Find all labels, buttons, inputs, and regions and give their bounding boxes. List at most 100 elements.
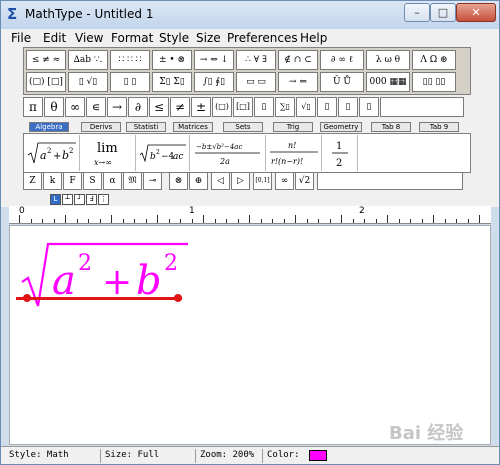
equation-sqrt-a2-plus-b2[interactable]: a 2 + b 2 xyxy=(20,234,190,314)
ruler-tick xyxy=(260,219,262,223)
menu-help[interactable]: Help xyxy=(300,31,327,45)
parentheses-button[interactable]: (□) xyxy=(212,97,232,117)
pi-button[interactable]: π xyxy=(23,97,43,117)
menu-view[interactable]: View xyxy=(75,31,103,45)
set-theory-palette-button[interactable]: ∉ ∩ ⊂ xyxy=(278,50,318,70)
logic-palette-button[interactable]: ∴ ∀ ∃ xyxy=(236,50,276,70)
right-triangle-button[interactable]: ▷ xyxy=(231,172,250,190)
tab-derivs[interactable]: Derivs xyxy=(81,122,121,132)
tab-sets[interactable]: Sets xyxy=(223,122,263,132)
s-button[interactable]: S xyxy=(83,172,102,190)
template-one-half[interactable]: 1 2 xyxy=(322,135,358,171)
radical-button[interactable]: √▯ xyxy=(296,97,316,117)
fences-palette-button[interactable]: (□) [□] xyxy=(26,72,66,92)
tab-9[interactable]: Tab 9 xyxy=(419,122,459,132)
operators-palette-button[interactable]: ± • ⊗ xyxy=(152,50,192,70)
greek-lowercase-palette-button[interactable]: λ ω θ xyxy=(366,50,410,70)
plus-minus-button[interactable]: ± xyxy=(191,97,211,117)
misc-symbols-palette-button[interactable]: ∂ ∞ ℓ xyxy=(320,50,364,70)
status-color-swatch[interactable] xyxy=(309,450,327,461)
superscript-button[interactable]: ▯ xyxy=(317,97,337,117)
template-quadratic-formula[interactable]: −b±√b²−4ac 2a xyxy=(190,135,266,171)
k-button[interactable]: k xyxy=(43,172,62,190)
not-equal-button[interactable]: ≠ xyxy=(170,97,190,117)
template-discriminant[interactable]: b 2 −4 ac xyxy=(136,135,190,171)
left-triangle-button[interactable]: ◁ xyxy=(211,172,230,190)
template-limit[interactable]: lim x→∞ xyxy=(80,135,136,171)
close-button[interactable]: ✕ xyxy=(456,3,496,22)
subscript-button[interactable]: ▯ xyxy=(338,97,358,117)
template-pythagorean[interactable]: a 2 + b 2 xyxy=(24,135,80,171)
ruler-tick xyxy=(53,219,55,223)
maximize-button[interactable]: □ xyxy=(430,3,456,22)
sub-superscript-button[interactable]: ▯ xyxy=(359,97,379,117)
quick-bar-empty-slot xyxy=(380,97,464,117)
matrices-palette-button[interactable]: 000 ▦▦ xyxy=(366,72,410,92)
ruler-tick xyxy=(433,215,434,223)
embellishments-palette-button[interactable]: ∷ ∷ ∷ xyxy=(110,50,150,70)
menu-edit[interactable]: Edit xyxy=(43,31,66,45)
equation-editor-canvas[interactable]: a 2 + b 2 xyxy=(9,225,491,445)
menu-size[interactable]: Size xyxy=(196,31,221,45)
right-tab-stop-button[interactable]: ┘ xyxy=(74,194,85,205)
theta-button[interactable]: θ xyxy=(44,97,64,117)
double-struck-z-button[interactable]: Z xyxy=(23,172,42,190)
infinity-button[interactable]: ∞ xyxy=(65,97,85,117)
template-combination[interactable]: n! r!(n−r)! xyxy=(266,135,322,171)
fraction-button[interactable]: ▯ xyxy=(254,97,274,117)
menu-file[interactable]: File xyxy=(11,31,31,45)
alpha-button[interactable]: α xyxy=(103,172,122,190)
ruler-tick xyxy=(479,215,480,223)
ruler-tick xyxy=(19,215,20,223)
tab-statistics[interactable]: Statisti xyxy=(126,122,166,132)
fractions-radicals-palette-button[interactable]: ▯ √▯ xyxy=(68,72,108,92)
menu-preferences[interactable]: Preferences xyxy=(227,31,298,45)
relational-tab-stop-button[interactable]: Ⅎ xyxy=(86,194,97,205)
brackets-button[interactable]: [□] xyxy=(233,97,253,117)
ruler[interactable]: 0 1 2 xyxy=(9,206,491,224)
toolbar-area: ≤ ≠ ≈ ∆ab ∵. ∷ ∷ ∷ ± • ⊗ → ⇔ ↓ ∴ ∀ ∃ ∉ ∩… xyxy=(1,47,499,207)
element-of-button[interactable]: ∊ xyxy=(86,97,106,117)
infinity-style-button[interactable]: ∞ xyxy=(275,172,294,190)
tab-geometry[interactable]: Geometry xyxy=(320,122,362,132)
f-button[interactable]: F xyxy=(63,172,82,190)
fraktur-m-button[interactable]: 𝔐 xyxy=(123,172,142,190)
menu-format[interactable]: Format xyxy=(111,31,153,45)
decimal-tab-stop-button[interactable]: ⋮ xyxy=(98,194,109,205)
integrals-palette-button[interactable]: ∫▯ ∮▯ xyxy=(194,72,234,92)
products-palette-button[interactable]: Ū Ů xyxy=(320,72,364,92)
ruler-tick xyxy=(352,219,354,223)
spaces-ellipses-palette-button[interactable]: ∆ab ∵. xyxy=(68,50,108,70)
status-zoom: Zoom: 200% xyxy=(200,450,255,460)
arrows-palette-button[interactable]: → ⇔ ↓ xyxy=(194,50,234,70)
svg-text:x→∞: x→∞ xyxy=(94,158,112,167)
greek-uppercase-palette-button[interactable]: Λ Ω ⊛ xyxy=(412,50,456,70)
ruler-tick xyxy=(30,219,32,223)
ruler-tick xyxy=(168,219,170,223)
sqrt2-button[interactable]: √2 xyxy=(295,172,314,190)
circled-plus-button[interactable]: ⊕ xyxy=(189,172,208,190)
bars-palette-button[interactable]: ▭ ▭ xyxy=(236,72,276,92)
subscripts-palette-button[interactable]: ▯ ▯ xyxy=(110,72,150,92)
status-color-label: Color: xyxy=(267,450,300,460)
minimize-button[interactable]: – xyxy=(404,3,430,22)
right-arrow-button[interactable]: → xyxy=(107,97,127,117)
boxes-palette-button[interactable]: ▯▯ ▯▯ xyxy=(412,72,456,92)
center-tab-stop-button[interactable]: ┴ xyxy=(62,194,73,205)
less-equal-button[interactable]: ≤ xyxy=(149,97,169,117)
partial-button[interactable]: ∂ xyxy=(128,97,148,117)
left-tab-stop-button[interactable]: L xyxy=(50,194,61,205)
relations-palette-button[interactable]: ≤ ≠ ≈ xyxy=(26,50,66,70)
multimap-button[interactable]: ⊸ xyxy=(143,172,162,190)
menu-style[interactable]: Style xyxy=(159,31,189,45)
closed-interval-button[interactable]: [0,1] xyxy=(253,172,272,190)
summation-palette-button[interactable]: Σ▯ Σ▯ xyxy=(152,72,192,92)
circled-times-button[interactable]: ⊗ xyxy=(169,172,188,190)
tab-8[interactable]: Tab 8 xyxy=(371,122,411,132)
labeled-arrows-palette-button[interactable]: → ⇐ xyxy=(278,72,318,92)
tab-trig[interactable]: Trig xyxy=(273,122,313,132)
ruler-tick xyxy=(145,219,147,223)
tab-algebra[interactable]: Algebra xyxy=(29,122,69,132)
tab-matrices[interactable]: Matrices xyxy=(173,122,213,132)
summation-button[interactable]: ∑▯ xyxy=(275,97,295,117)
